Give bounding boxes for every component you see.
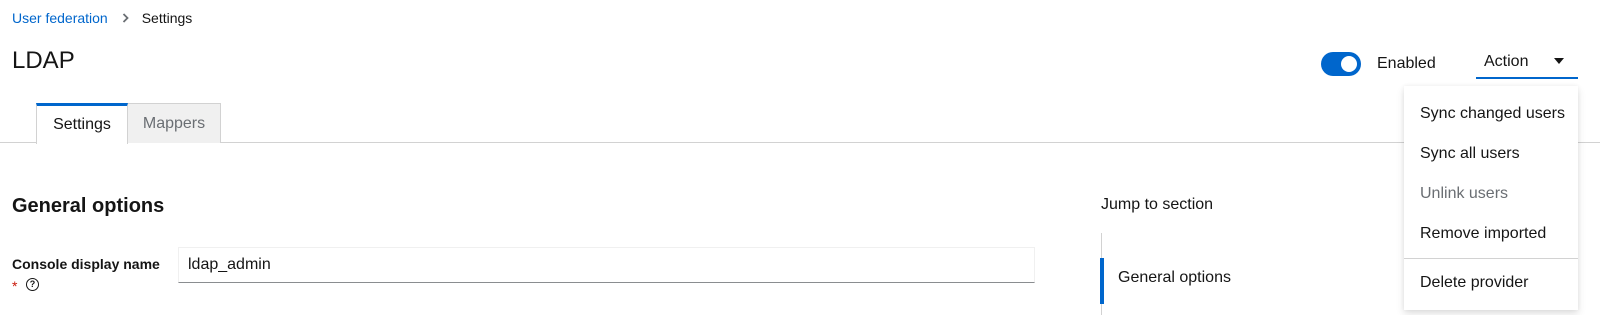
menu-item-sync-changed-users[interactable]: Sync changed users xyxy=(1404,94,1578,134)
breadcrumb-current: Settings xyxy=(141,10,193,26)
section-title-general-options: General options xyxy=(12,195,165,217)
caret-down-icon xyxy=(1554,58,1564,64)
question-circle-icon[interactable]: ? xyxy=(26,278,39,291)
jump-link-general-options[interactable]: General options xyxy=(1118,269,1231,287)
jump-links-active-indicator xyxy=(1100,258,1104,304)
menu-item-remove-imported[interactable]: Remove imported xyxy=(1404,214,1578,254)
enabled-toggle-label: Enabled xyxy=(1377,55,1436,72)
required-indicator: * xyxy=(12,278,18,294)
console-display-name-label: Console display name xyxy=(12,256,160,272)
menu-item-delete-provider[interactable]: Delete provider xyxy=(1404,263,1578,303)
action-dropdown-button[interactable]: Action xyxy=(1476,45,1578,79)
jump-to-section-title: Jump to section xyxy=(1101,196,1214,213)
breadcrumb: User federation Settings xyxy=(12,10,192,26)
page-title: LDAP xyxy=(12,47,75,74)
tab-bar: Settings Mappers xyxy=(0,103,1600,144)
breadcrumb-link-user-federation[interactable]: User federation xyxy=(12,10,108,26)
action-button-label: Action xyxy=(1484,53,1529,70)
console-display-name-input[interactable] xyxy=(178,247,1035,283)
menu-item-sync-all-users[interactable]: Sync all users xyxy=(1404,134,1578,174)
enabled-toggle[interactable] xyxy=(1321,52,1361,76)
action-dropdown-menu: Sync changed users Sync all users Unlink… xyxy=(1404,86,1578,310)
toggle-knob xyxy=(1341,56,1357,72)
chevron-right-icon xyxy=(122,13,129,23)
tab-mappers[interactable]: Mappers xyxy=(128,103,221,143)
tab-settings[interactable]: Settings xyxy=(36,103,128,144)
menu-item-unlink-users: Unlink users xyxy=(1420,185,1509,202)
menu-divider xyxy=(1404,258,1578,259)
